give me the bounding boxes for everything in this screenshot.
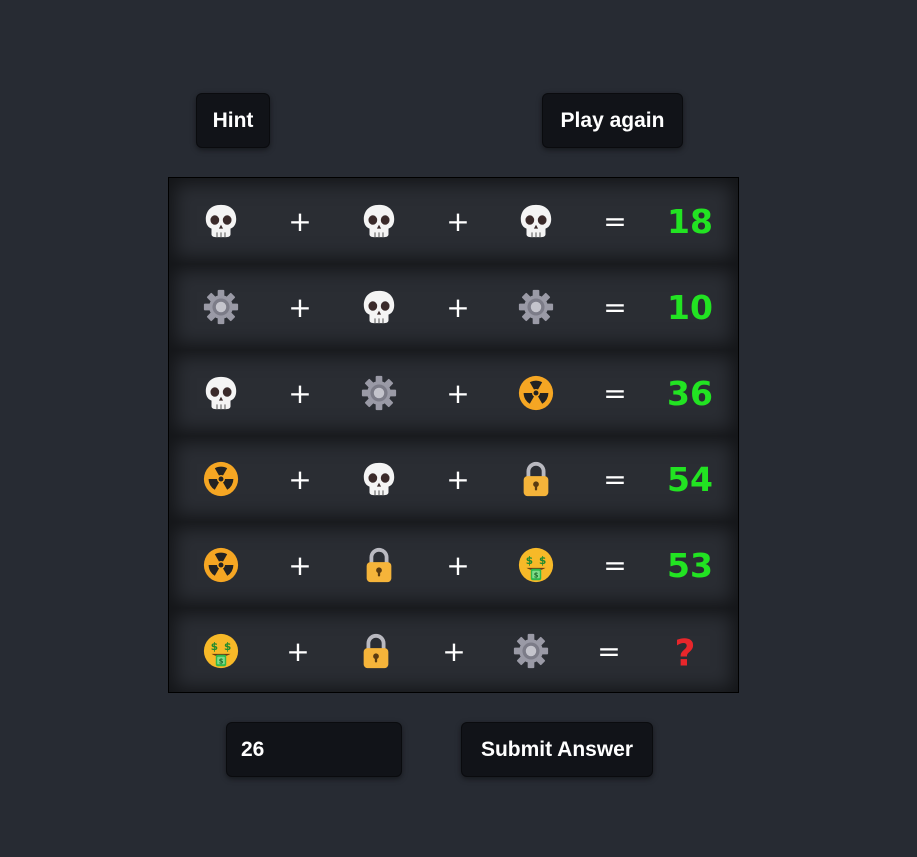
- skull-icon: [506, 178, 566, 264]
- hint-button[interactable]: Hint: [196, 93, 270, 148]
- plus-operator: +: [446, 462, 470, 496]
- equals-sign: =: [603, 290, 627, 324]
- plus-operator: +: [286, 634, 310, 668]
- equation-row: + + = 54: [169, 436, 738, 522]
- money-mouth-face-icon: [506, 522, 566, 608]
- plus-operator: +: [288, 548, 312, 582]
- answer-input[interactable]: [226, 722, 402, 777]
- plus-operator: +: [446, 290, 470, 324]
- equals-sign: =: [597, 634, 621, 668]
- plus-operator: +: [288, 376, 312, 410]
- plus-operator: +: [446, 376, 470, 410]
- equation-row: + + = 36: [169, 350, 738, 436]
- gear-icon: [506, 264, 566, 350]
- money-mouth-face-icon: [191, 608, 251, 693]
- gear-icon: [501, 608, 561, 693]
- question-mark-glyph: [666, 632, 704, 670]
- lock-icon: [506, 436, 566, 522]
- radioactive-icon: [506, 350, 566, 436]
- puzzle-board: + + = 18 + + = 10 + + = 36 + + = 54 + + = 53 + + =?: [168, 177, 739, 693]
- row-result: 18: [667, 201, 713, 241]
- equation-row: + + = 18: [169, 178, 738, 264]
- equals-sign: =: [603, 462, 627, 496]
- lock-icon: [349, 522, 409, 608]
- radioactive-icon: [191, 522, 251, 608]
- lock-icon: [346, 608, 406, 693]
- gear-icon: [191, 264, 251, 350]
- skull-icon: [349, 264, 409, 350]
- equation-row: + + =?: [169, 608, 738, 693]
- plus-operator: +: [288, 462, 312, 496]
- row-result: 53: [667, 545, 713, 585]
- equation-row: + + = 10: [169, 264, 738, 350]
- plus-operator: +: [446, 204, 470, 238]
- row-result: 54: [667, 459, 713, 499]
- plus-operator: +: [288, 290, 312, 324]
- skull-icon: [191, 350, 251, 436]
- equals-sign: =: [603, 548, 627, 582]
- gear-icon: [349, 350, 409, 436]
- equals-sign: =: [603, 376, 627, 410]
- game-screen: Hint Play again + + = 18 + + = 10 + + = 36 + + = 54 + + = 5…: [0, 0, 917, 857]
- skull-icon: [349, 178, 409, 264]
- plus-operator: +: [442, 634, 466, 668]
- skull-icon: [349, 436, 409, 522]
- plus-operator: +: [288, 204, 312, 238]
- row-result: 10: [667, 287, 713, 327]
- question-mark-icon: ?: [655, 608, 715, 693]
- radioactive-icon: [191, 436, 251, 522]
- submit-answer-button[interactable]: Submit Answer: [461, 722, 653, 777]
- skull-icon: [191, 178, 251, 264]
- play-again-button[interactable]: Play again: [542, 93, 683, 148]
- equals-sign: =: [603, 204, 627, 238]
- plus-operator: +: [446, 548, 470, 582]
- row-result: 36: [667, 373, 713, 413]
- equation-row: + + = 53: [169, 522, 738, 608]
